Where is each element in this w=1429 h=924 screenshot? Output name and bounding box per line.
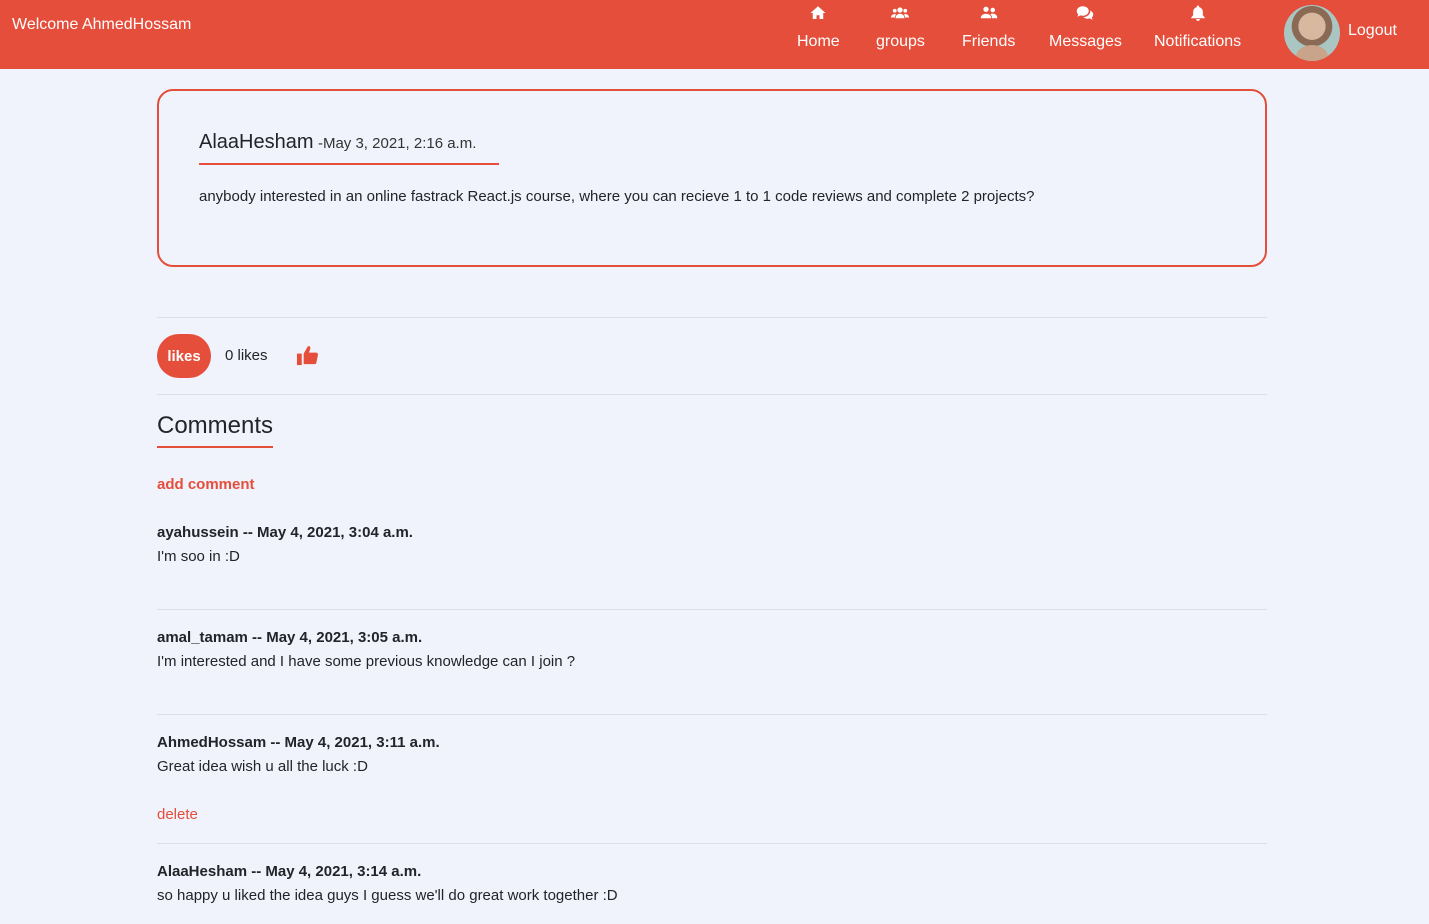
post-card: AlaaHesham -May 3, 2021, 2:16 a.m. anybo… (157, 89, 1267, 267)
nav-messages-label: Messages (1049, 33, 1122, 50)
nav-notifications-label: Notifications (1154, 33, 1242, 50)
comment-meta: ayahussein -- May 4, 2021, 3:04 a.m. (157, 524, 413, 541)
comment-divider (157, 609, 1267, 610)
post-date: -May 3, 2021, 2:16 a.m. (317, 135, 477, 152)
comment-meta: AlaaHesham -- May 4, 2021, 3:14 a.m. (157, 863, 422, 880)
comments-icon (1076, 4, 1094, 27)
user-friends-icon (980, 4, 998, 27)
comment-meta: AhmedHossam -- May 4, 2021, 3:11 a.m. (157, 734, 440, 751)
nav-groups-label: groups (876, 33, 925, 50)
home-icon (809, 4, 827, 27)
likes-count: 0 likes (225, 347, 268, 364)
comments-heading: Comments (157, 412, 274, 448)
nav-home[interactable]: Home (797, 4, 840, 54)
nav-friends-label: Friends (962, 33, 1016, 50)
post-author[interactable]: AlaaHesham (199, 131, 314, 153)
bell-icon (1189, 4, 1207, 27)
likes-button[interactable]: likes (157, 334, 211, 378)
comment-text: I'm soo in :D (157, 548, 240, 565)
users-icon (891, 4, 910, 27)
top-navbar: Welcome AhmedHossam Home groups Friends … (0, 0, 1429, 69)
delete-comment-link[interactable]: delete (157, 806, 198, 823)
nav-messages[interactable]: Messages (1049, 4, 1122, 54)
comment-meta: amal_tamam -- May 4, 2021, 3:05 a.m. (157, 629, 423, 646)
logout-link[interactable]: Logout (1348, 22, 1397, 40)
thumbs-up-icon[interactable] (296, 344, 319, 367)
comment-text: so happy u liked the idea guys I guess w… (157, 887, 618, 904)
divider (157, 317, 1267, 318)
avatar[interactable] (1284, 5, 1340, 61)
comment-text: I'm interested and I have some previous … (157, 653, 576, 670)
comment-divider (157, 843, 1267, 844)
post-body: anybody interested in an online fastrack… (199, 188, 1035, 205)
add-comment-link[interactable]: add comment (157, 476, 255, 493)
post-header: AlaaHesham -May 3, 2021, 2:16 a.m. (199, 131, 499, 165)
nav-friends[interactable]: Friends (962, 4, 1015, 54)
comment-text: Great idea wish u all the luck :D (157, 758, 368, 775)
comment-divider (157, 714, 1267, 715)
nav-groups[interactable]: groups (876, 4, 925, 54)
divider (157, 394, 1267, 395)
nav-notifications[interactable]: Notifications (1154, 4, 1241, 54)
nav-home-label: Home (797, 33, 840, 50)
welcome-brand[interactable]: Welcome AhmedHossam (12, 16, 191, 34)
